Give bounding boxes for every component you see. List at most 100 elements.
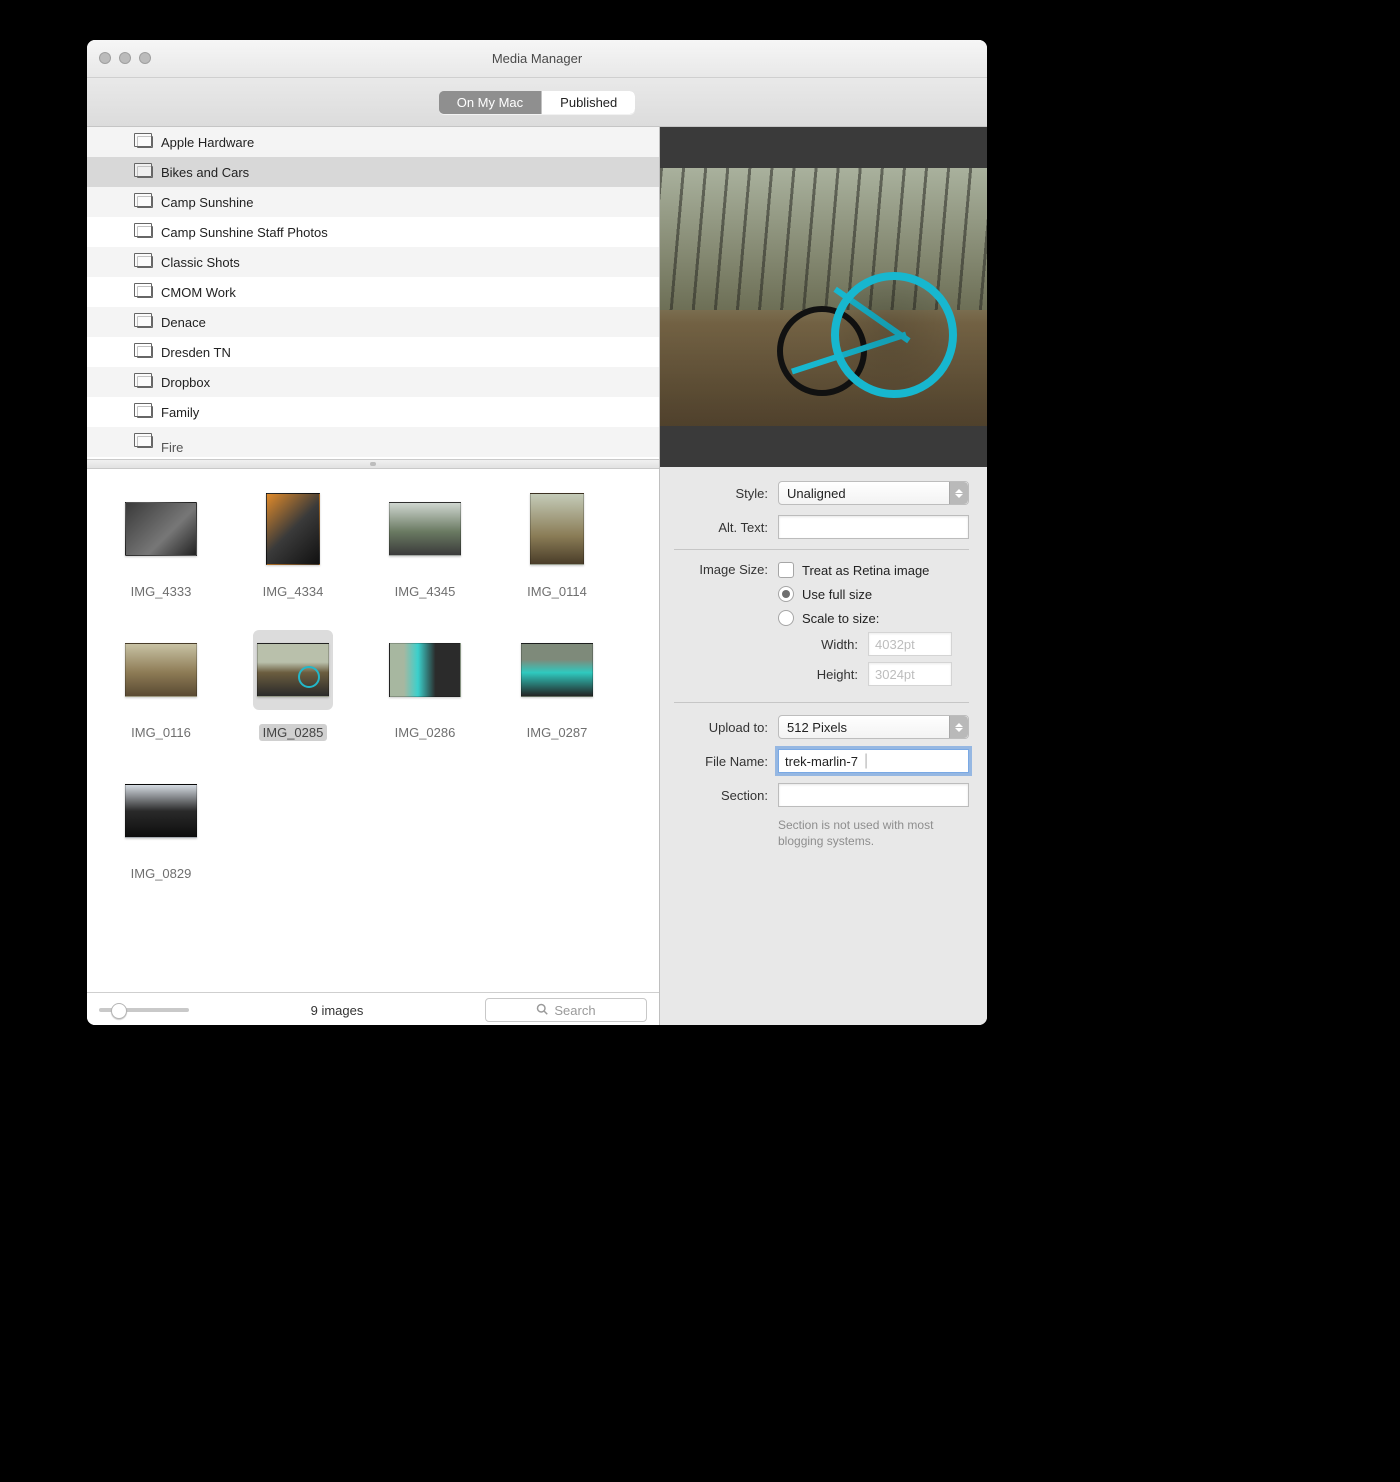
upload-to-label: Upload to:	[674, 720, 768, 735]
folder-stack-icon	[137, 286, 153, 298]
thumbnail-toolbar: 9 images Search	[87, 992, 659, 1025]
thumbnail-cell[interactable]: IMG_0286	[375, 630, 475, 741]
folder-name: Bikes and Cars	[161, 165, 249, 180]
width-label: Width:	[798, 637, 858, 652]
pane-splitter[interactable]	[87, 459, 659, 469]
folder-row[interactable]: Camp Sunshine	[87, 187, 659, 217]
thumbnail-cell[interactable]: IMG_0116	[111, 630, 211, 741]
thumbnail-caption: IMG_0285	[259, 724, 328, 741]
minimize-button[interactable]	[119, 52, 131, 64]
thumbnail-image	[521, 643, 593, 697]
thumbnail-image	[389, 643, 461, 697]
source-segmented-control: On My Mac Published	[439, 91, 636, 114]
thumbnail-image	[125, 784, 197, 838]
folder-row[interactable]: Camp Sunshine Staff Photos	[87, 217, 659, 247]
thumbnail-image	[530, 493, 584, 565]
height-input[interactable]: 3024pt	[868, 662, 952, 686]
folder-row[interactable]: Classic Shots	[87, 247, 659, 277]
thumbnail-cell[interactable]: IMG_4333	[111, 489, 211, 600]
thumbnail-caption: IMG_0114	[523, 583, 591, 600]
folder-name: Denace	[161, 315, 206, 330]
thumbnail-cell[interactable]: IMG_0287	[507, 630, 607, 741]
folder-list: Apple Hardware Bikes and Cars Camp Sunshin…	[87, 127, 659, 459]
search-placeholder: Search	[554, 1003, 595, 1018]
file-name-input[interactable]: trek-marlin-7|	[778, 749, 969, 773]
thumbnail-caption: IMG_4345	[391, 583, 460, 600]
folder-stack-icon	[137, 376, 153, 388]
zoom-button[interactable]	[139, 52, 151, 64]
media-manager-window: Media Manager On My Mac Published Apple …	[87, 40, 987, 1025]
close-button[interactable]	[99, 52, 111, 64]
folder-name: Classic Shots	[161, 255, 240, 270]
thumbnail-image	[125, 643, 197, 697]
width-input[interactable]: 4032pt	[868, 632, 952, 656]
folder-stack-icon	[137, 346, 153, 358]
folder-stack-icon	[137, 166, 153, 178]
preview-pane	[660, 127, 987, 467]
thumbnail-cell[interactable]: IMG_0114	[507, 489, 607, 600]
folder-name: Camp Sunshine	[161, 195, 254, 210]
thumbnail-grid: IMG_4333 IMG_4334 IMG_4345 IMG_0114 IMG_0116…	[87, 469, 659, 992]
radio-icon	[778, 610, 794, 626]
folder-name: Fire	[161, 440, 183, 455]
style-select[interactable]: Unaligned	[778, 481, 969, 505]
file-name-label: File Name:	[674, 754, 768, 769]
thumbnail-cell[interactable]: IMG_4345	[375, 489, 475, 600]
folder-name: Family	[161, 405, 199, 420]
folder-row[interactable]: Fire	[87, 427, 659, 457]
section-label: Section:	[674, 788, 768, 803]
tab-on-my-mac[interactable]: On My Mac	[439, 91, 541, 114]
folder-stack-icon	[137, 436, 153, 448]
image-size-label: Image Size:	[674, 562, 768, 577]
alt-text-label: Alt. Text:	[674, 520, 768, 535]
folder-stack-icon	[137, 256, 153, 268]
folder-row[interactable]: Dropbox	[87, 367, 659, 397]
thumbnail-cell[interactable]: IMG_0285	[243, 630, 343, 741]
height-label: Height:	[798, 667, 858, 682]
thumbnail-caption: IMG_4334	[259, 583, 328, 600]
scale-to-size-radio[interactable]: Scale to size:	[778, 610, 969, 626]
folder-row[interactable]: Bikes and Cars	[87, 157, 659, 187]
thumbnail-size-slider[interactable]	[99, 1008, 189, 1012]
thumbnail-cell[interactable]: IMG_4334	[243, 489, 343, 600]
traffic-lights	[99, 52, 151, 64]
titlebar: Media Manager	[87, 40, 987, 78]
thumbnail-cell[interactable]: IMG_0829	[111, 771, 211, 882]
section-note: Section is not used with most blogging s…	[778, 817, 969, 849]
folder-row[interactable]: Dresden TN	[87, 337, 659, 367]
folder-name: Camp Sunshine Staff Photos	[161, 225, 328, 240]
text-cursor-icon: |	[864, 753, 868, 769]
folder-stack-icon	[137, 316, 153, 328]
radio-icon	[778, 586, 794, 602]
folder-row[interactable]: Denace	[87, 307, 659, 337]
treat-retina-checkbox[interactable]: Treat as Retina image	[778, 562, 969, 578]
thumbnail-caption: IMG_4333	[127, 583, 196, 600]
chevron-updown-icon	[949, 716, 968, 738]
chevron-updown-icon	[949, 482, 968, 504]
thumbnail-image	[389, 502, 461, 556]
search-input[interactable]: Search	[485, 998, 647, 1022]
folder-name: Dropbox	[161, 375, 210, 390]
folder-stack-icon	[137, 196, 153, 208]
thumbnail-image	[125, 502, 197, 556]
metadata-form: Style: Unaligned Alt. Text: Image Size:	[660, 467, 987, 859]
folder-name: CMOM Work	[161, 285, 236, 300]
thumbnail-caption: IMG_0286	[391, 724, 460, 741]
preview-image	[660, 168, 987, 426]
folder-row[interactable]: CMOM Work	[87, 277, 659, 307]
folder-name: Apple Hardware	[161, 135, 254, 150]
tab-published[interactable]: Published	[541, 91, 635, 114]
folder-stack-icon	[137, 406, 153, 418]
style-label: Style:	[674, 486, 768, 501]
thumbnail-caption: IMG_0287	[523, 724, 592, 741]
folder-name: Dresden TN	[161, 345, 231, 360]
checkbox-icon	[778, 562, 794, 578]
thumbnail-image	[257, 643, 329, 697]
use-full-size-radio[interactable]: Use full size	[778, 586, 969, 602]
folder-row[interactable]: Apple Hardware	[87, 127, 659, 157]
upload-to-select[interactable]: 512 Pixels	[778, 715, 969, 739]
alt-text-input[interactable]	[778, 515, 969, 539]
thumbnail-image	[266, 493, 320, 565]
section-input[interactable]	[778, 783, 969, 807]
folder-row[interactable]: Family	[87, 397, 659, 427]
